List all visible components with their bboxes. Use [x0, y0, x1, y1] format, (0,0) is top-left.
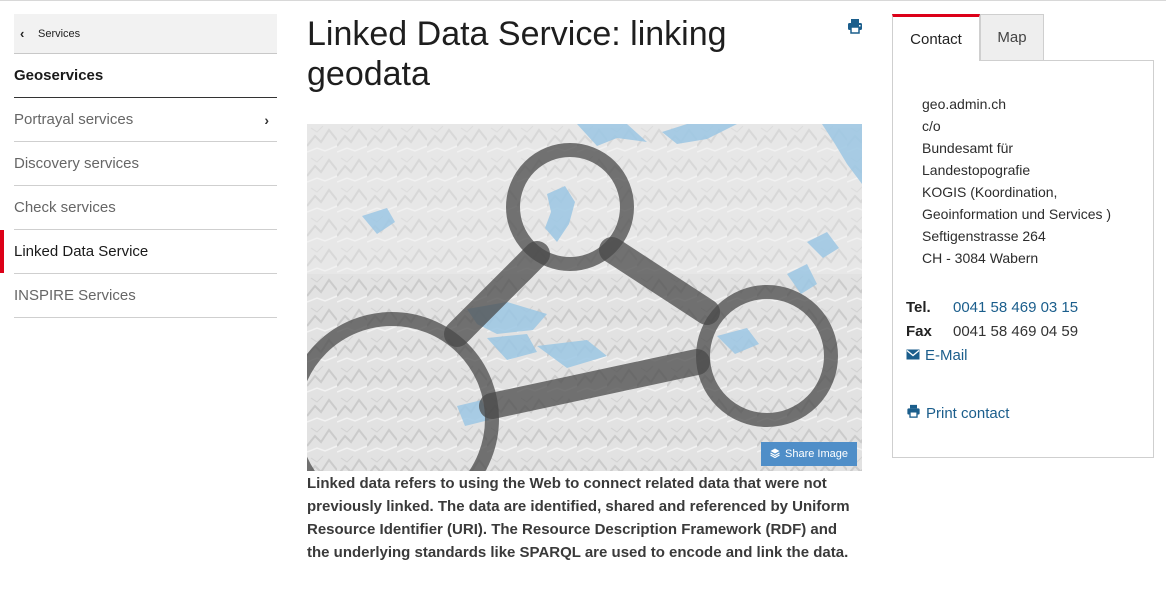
sidebar-item-label: Discovery services: [14, 155, 140, 172]
sidebar-item-label: Linked Data Service: [14, 243, 149, 260]
address-line: geo.admin.ch: [922, 96, 1007, 112]
top-divider: [0, 0, 1166, 1]
contact-address: geo.admin.ch c/o Bundesamt für Landestop…: [922, 93, 1111, 269]
fax-label: Fax: [906, 323, 932, 340]
back-link-label: Services: [38, 27, 81, 40]
address-line: Geoinformation und Services ): [922, 206, 1112, 222]
contact-panel: Contact Map geo.admin.ch c/o Bundesamt f…: [892, 14, 1154, 458]
sidebar-item-label: Portrayal services: [14, 111, 134, 128]
address-line: KOGIS (Koordination,: [922, 184, 1058, 200]
address-line: Bundesamt für: [922, 140, 1014, 156]
sidebar-item-linked-data-service[interactable]: Linked Data Service: [0, 230, 277, 274]
telephone-row: Tel. 0041 58 469 03 15: [906, 299, 1078, 316]
share-image-button[interactable]: Share Image: [761, 442, 857, 466]
chevron-left-icon: ‹: [20, 26, 25, 41]
back-to-services-link[interactable]: ‹ Services: [14, 14, 277, 54]
description-text: Linked data refers to using the Web to c…: [307, 475, 850, 561]
envelope-icon: [906, 347, 920, 364]
contact-panel-body: geo.admin.ch c/o Bundesamt für Landestop…: [892, 60, 1154, 458]
address-line: Seftigenstrasse 264: [922, 228, 1046, 244]
panel-tabs: Contact Map: [892, 14, 1154, 61]
sidebar-item-label: Check services: [14, 199, 116, 216]
email-link[interactable]: E-Mail: [906, 347, 968, 364]
sidebar-item-check-services[interactable]: Check services: [14, 186, 277, 230]
chevron-right-icon: ›: [264, 111, 269, 128]
tel-link[interactable]: 0041 58 469 03 15: [953, 299, 1078, 316]
tab-contact[interactable]: Contact: [892, 14, 980, 61]
tel-label: Tel.: [906, 299, 931, 316]
fax-value: 0041 58 469 04 59: [953, 323, 1079, 340]
hero-image: Share Image: [307, 124, 862, 471]
fax-row: Fax 0041 58 469 04 59: [906, 323, 1078, 340]
sidebar-item-discovery-services[interactable]: Discovery services: [14, 142, 277, 186]
sidebar-item-label: INSPIRE Services: [14, 287, 136, 304]
main-content: Linked Data Service: linking geodata Sha…: [307, 14, 863, 561]
print-contact-link[interactable]: Print contact: [906, 404, 1009, 422]
email-label: E-Mail: [925, 347, 968, 364]
sidebar-item-portrayal-services[interactable]: Portrayal services ›: [14, 98, 277, 142]
print-icon[interactable]: [847, 18, 863, 34]
layers-icon: [770, 448, 780, 461]
address-line: CH - 3084 Wabern: [922, 250, 1039, 266]
sidebar-section-title: Geoservices: [14, 54, 277, 98]
address-line: c/o: [922, 118, 941, 134]
share-image-label: Share Image: [785, 448, 848, 460]
print-icon: [906, 404, 921, 422]
print-contact-label: Print contact: [926, 404, 1010, 422]
sidebar-nav: ‹ Services Geoservices Portrayal service…: [0, 14, 277, 318]
page-title: Linked Data Service: linking geodata: [307, 15, 727, 93]
tab-map[interactable]: Map: [980, 14, 1044, 61]
address-line: Landestopografie: [922, 162, 1031, 178]
sidebar-item-inspire-services[interactable]: INSPIRE Services: [14, 274, 277, 318]
